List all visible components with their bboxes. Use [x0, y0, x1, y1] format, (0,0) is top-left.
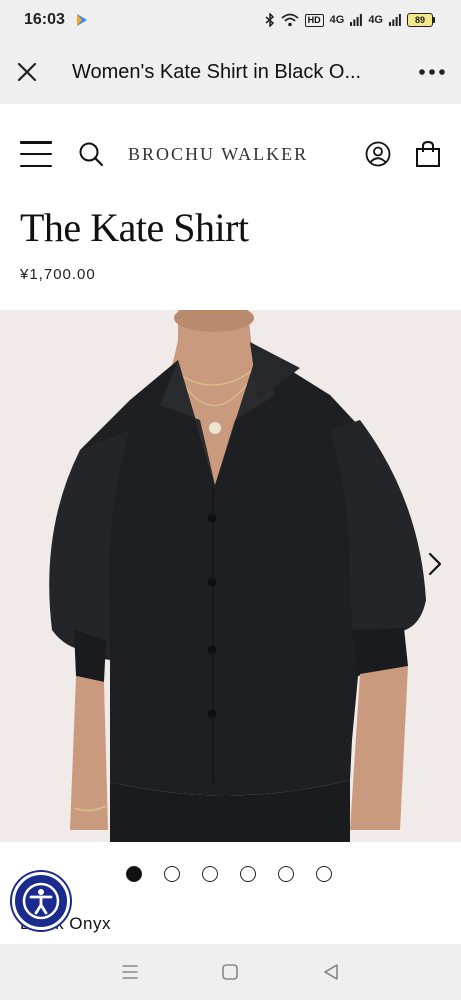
shopping-bag-icon[interactable]: [415, 140, 441, 168]
product-price: ¥1,700.00: [20, 266, 96, 283]
carousel-dot-2[interactable]: [164, 866, 180, 882]
carousel-dot-4[interactable]: [240, 866, 256, 882]
recent-apps-button[interactable]: [119, 961, 141, 983]
back-button[interactable]: [320, 961, 342, 983]
status-icons: HD 4G 4G 89: [265, 13, 435, 27]
menu-lines-icon: [122, 965, 138, 979]
battery-icon: 89: [407, 13, 435, 27]
menu-icon[interactable]: [20, 141, 52, 167]
signal-1-icon: [350, 14, 363, 26]
accessibility-icon: [22, 882, 60, 920]
site-header: BROCHU WALKER: [0, 104, 461, 204]
status-time: 16:03: [24, 11, 65, 28]
bluetooth-icon: [265, 13, 274, 27]
network-2-label: 4G: [368, 14, 383, 26]
carousel-dot-5[interactable]: [278, 866, 294, 882]
accessibility-button[interactable]: [12, 872, 70, 930]
app-notification-icon: [76, 14, 87, 26]
account-icon[interactable]: [365, 141, 391, 167]
home-button[interactable]: [219, 961, 241, 983]
search-icon[interactable]: [78, 141, 104, 167]
wifi-icon: [281, 13, 299, 27]
close-button[interactable]: [14, 59, 40, 85]
network-1-label: 4G: [329, 14, 345, 26]
product-title: The Kate Shirt: [20, 205, 249, 250]
more-options-button[interactable]: [417, 59, 447, 85]
signal-2-icon: [389, 14, 401, 26]
hd-badge: HD: [304, 13, 324, 27]
product-image[interactable]: [0, 310, 461, 842]
carousel-dot-1[interactable]: [126, 866, 142, 882]
browser-toolbar: Women's Kate Shirt in Black O...: [0, 40, 461, 104]
carousel-dot-3[interactable]: [202, 866, 218, 882]
chevron-right-icon: [428, 552, 442, 576]
system-nav-bar: [0, 944, 461, 1000]
next-image-button[interactable]: [424, 548, 446, 580]
back-triangle-icon: [324, 964, 338, 980]
battery-level: 89: [407, 13, 433, 27]
home-square-icon: [222, 964, 239, 980]
close-icon: [17, 62, 37, 82]
brand-logo[interactable]: BROCHU WALKER: [128, 144, 308, 165]
status-bar: 16:03 HD 4G 4G 89: [0, 0, 461, 40]
carousel-dot-6[interactable]: [316, 866, 332, 882]
more-icon: [419, 69, 445, 75]
carousel-dots: [126, 866, 332, 882]
browser-page-title: Women's Kate Shirt in Black O...: [72, 60, 362, 83]
